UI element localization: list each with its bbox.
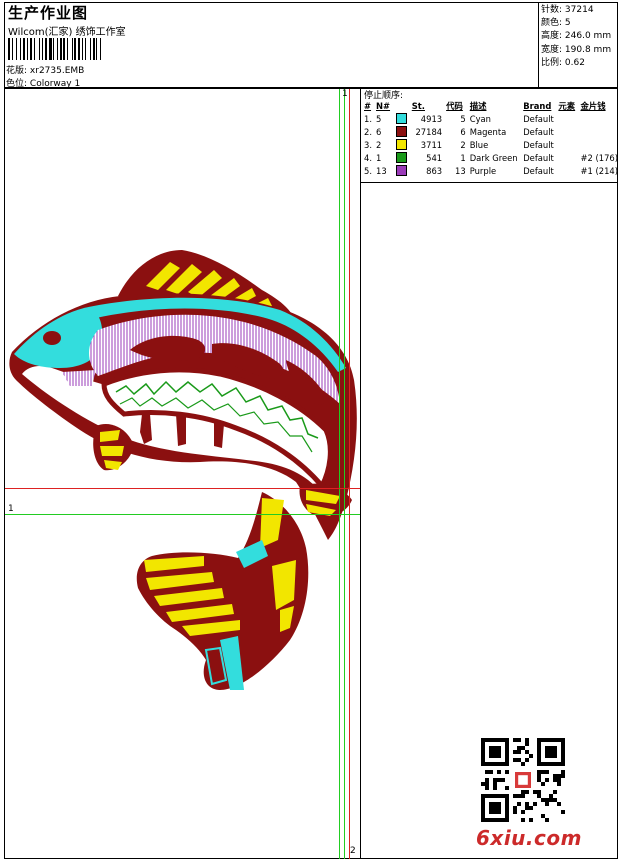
- row-code: 2: [460, 139, 466, 150]
- row-needle: 6: [376, 126, 382, 137]
- row-stitches: 3711: [420, 139, 443, 150]
- row-needle: 13: [376, 165, 387, 176]
- row-sequin: [578, 125, 620, 138]
- row-needle: 2: [376, 139, 382, 150]
- row-sequin: [578, 112, 620, 125]
- table-row: 2. 6 27184 6 Magenta Default: [362, 125, 620, 138]
- row-swatch: [394, 138, 409, 151]
- col-needle: N#: [376, 101, 391, 111]
- col-index: #: [364, 101, 372, 111]
- color-swatch: [396, 151, 408, 163]
- horizontal-guide-green: [5, 514, 360, 515]
- stat-width: 宽度: 190.8 mm: [541, 44, 612, 55]
- row-swatch: [394, 164, 409, 177]
- design-file: 花版: xr2735.EMB: [6, 63, 84, 76]
- col-element: 元素: [558, 101, 576, 111]
- table-header-row: # N# St. 代码 描述 Brand 元素 金片钱: [362, 100, 620, 112]
- row-index: 3.: [364, 139, 372, 150]
- row-description: Purple: [469, 165, 497, 176]
- row-index: 5.: [364, 165, 372, 176]
- design-value: xr2735.EMB: [29, 66, 85, 76]
- guide-label-v1: 1: [342, 89, 348, 99]
- row-sequin: #2 (176): [580, 152, 618, 163]
- row-stitches: 4913: [420, 113, 443, 124]
- vertical-guide-2: [344, 89, 345, 859]
- col-color: [394, 100, 409, 112]
- row-index: 4.: [364, 152, 372, 163]
- row-brand: Default: [523, 126, 554, 137]
- row-element: [556, 112, 578, 125]
- row-code: 5: [460, 113, 466, 124]
- watermark-logo: 6xiu.com: [476, 826, 582, 850]
- header-divider: [538, 2, 539, 88]
- guide-label-h1: 1: [8, 504, 14, 514]
- color-swatch: [396, 138, 408, 150]
- row-needle: 5: [376, 113, 382, 124]
- vertical-guide-red: [349, 89, 350, 859]
- embroidery-design: [9, 250, 357, 690]
- row-stitches: 27184: [415, 126, 443, 137]
- row-swatch: [394, 125, 409, 138]
- vertical-guide-1: [339, 89, 340, 859]
- row-brand: Default: [523, 152, 554, 163]
- row-swatch: [394, 112, 409, 125]
- row-index: 1.: [364, 113, 372, 124]
- stat-height: 高度: 246.0 mm: [541, 31, 612, 42]
- barcode: [8, 38, 101, 60]
- stop-sequence-table: # N# St. 代码 描述 Brand 元素 金片钱 1. 5 4913 5 Cyan…: [362, 100, 620, 177]
- design-label: 花版:: [6, 66, 28, 76]
- row-brand: Default: [523, 113, 554, 124]
- tail: [136, 492, 309, 690]
- col-description: 描述: [469, 101, 487, 111]
- col-stitches: St.: [411, 101, 425, 111]
- page-title: 生产作业图: [8, 4, 89, 22]
- row-brand: Default: [523, 139, 554, 150]
- color-swatch: [396, 112, 408, 124]
- stat-stitches: 针数: 37214: [541, 5, 594, 15]
- row-description: Dark Green: [469, 152, 518, 163]
- stat-scale: 比例: 0.62: [541, 57, 585, 68]
- row-description: Magenta: [469, 126, 507, 137]
- qr-code: [481, 738, 565, 822]
- row-element: [556, 125, 578, 138]
- row-code: 13: [455, 165, 466, 176]
- table-row: 3. 2 3711 2 Blue Default: [362, 138, 620, 151]
- row-sequin: [578, 138, 620, 151]
- row-description: Cyan: [469, 113, 491, 124]
- stat-colors: 颜色: 5: [541, 18, 571, 29]
- horizontal-guide-red: [5, 488, 360, 489]
- row-code: 6: [460, 126, 466, 137]
- color-swatch: [396, 164, 408, 176]
- row-code: 1: [460, 152, 466, 163]
- row-description: Blue: [469, 139, 489, 150]
- row-element: [556, 164, 578, 177]
- table-row: 1. 5 4913 5 Cyan Default: [362, 112, 620, 125]
- row-element: [556, 138, 578, 151]
- row-stitches: 863: [426, 165, 443, 176]
- table-row: 4. 1 541 1 Dark Green Default #2 (176): [362, 151, 620, 164]
- guide-label-v2: 2: [350, 846, 356, 856]
- row-element: [556, 151, 578, 164]
- row-index: 2.: [364, 126, 372, 137]
- row-needle: 1: [376, 152, 382, 163]
- design-stats: 针数: 37214 颜色: 5 高度: 246.0 mm 宽度: 190.8 m…: [541, 4, 611, 70]
- row-brand: Default: [523, 165, 554, 176]
- row-swatch: [394, 151, 409, 164]
- table-row: 5. 13 863 13 Purple Default #1 (214): [362, 164, 620, 177]
- col-brand: Brand: [523, 101, 552, 111]
- col-sequin: 金片钱: [580, 101, 606, 111]
- row-sequin: #1 (214): [580, 165, 618, 176]
- row-stitches: 541: [426, 152, 443, 163]
- color-swatch: [396, 125, 408, 137]
- col-code: 代码: [446, 101, 463, 111]
- company-name: Wilcom(汇家) 绣饰工作室: [8, 27, 126, 38]
